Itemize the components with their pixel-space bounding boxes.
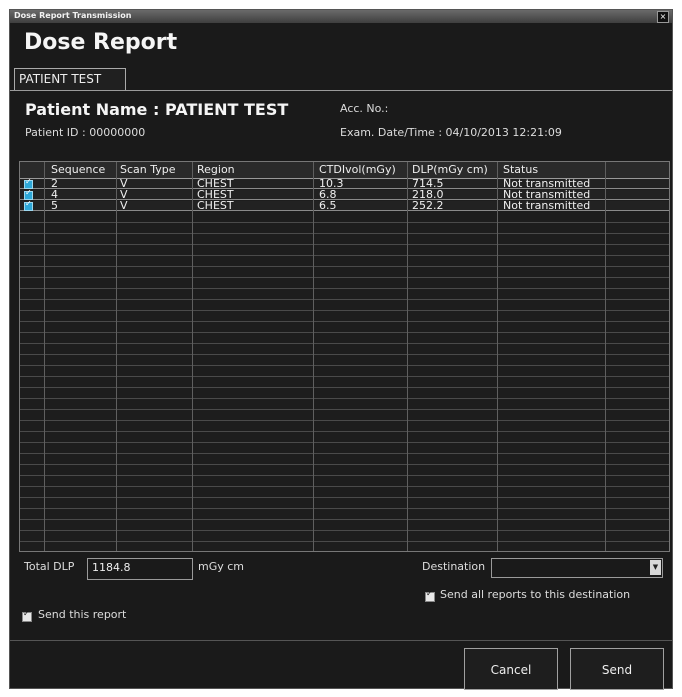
- table-row-empty: [20, 421, 669, 432]
- destination-select[interactable]: ▼: [491, 558, 663, 578]
- dose-table: Sequence Scan Type Region CTDIvol(mGy) D…: [19, 161, 670, 552]
- patient-name: Patient Name : PATIENT TEST: [25, 100, 289, 119]
- col-header-status[interactable]: Status: [503, 163, 538, 176]
- table-row-empty: [20, 443, 669, 454]
- total-dlp-unit: mGy cm: [198, 560, 245, 573]
- table-row-empty: [20, 487, 669, 498]
- table-row-empty: [20, 366, 669, 377]
- table-cell-sequence: 5: [51, 199, 58, 212]
- accession-number: Acc. No.:: [340, 102, 389, 115]
- table-row-empty: [20, 278, 669, 289]
- table-cell-ctdivol: 6.5: [319, 199, 337, 212]
- total-dlp-field[interactable]: 1184.8: [87, 558, 193, 580]
- table-row-empty: [20, 399, 669, 410]
- send-button[interactable]: Send: [570, 648, 664, 690]
- cancel-button[interactable]: Cancel: [464, 648, 558, 690]
- table-row-empty: [20, 234, 669, 245]
- col-header-sequence[interactable]: Sequence: [51, 163, 105, 176]
- table-row-empty: [20, 300, 669, 311]
- send-this-checkbox[interactable]: [22, 609, 32, 622]
- table-row-empty: [20, 245, 669, 256]
- col-header-region[interactable]: Region: [197, 163, 235, 176]
- tab-patient[interactable]: PATIENT TEST: [14, 68, 126, 90]
- total-dlp-label: Total DLP: [24, 560, 75, 573]
- table-row-empty: [20, 289, 669, 300]
- exam-datetime: Exam. Date/Time : 04/10/2013 12:21:09: [340, 126, 562, 139]
- destination-label: Destination: [422, 560, 486, 573]
- table-row[interactable]: 5 V CHEST 6.5 252.2 Not transmitted: [20, 199, 669, 212]
- table-row-empty: [20, 509, 669, 520]
- table-cell-region: CHEST: [197, 199, 234, 212]
- col-header-scan-type[interactable]: Scan Type: [120, 163, 176, 176]
- table-row-empty: [20, 432, 669, 443]
- send-all-checkbox[interactable]: [425, 589, 435, 602]
- total-dlp-value: 1184.8: [92, 561, 131, 574]
- table-row-empty: [20, 355, 669, 366]
- close-icon[interactable]: ×: [657, 11, 669, 23]
- send-this-label: Send this report: [38, 608, 127, 621]
- table-row-empty: [20, 344, 669, 355]
- col-header-ctdivol[interactable]: CTDIvol(mGy): [319, 163, 396, 176]
- table-row-empty: [20, 212, 669, 223]
- table-row-empty: [20, 311, 669, 322]
- table-row-empty: [20, 377, 669, 388]
- table-row-empty: [20, 476, 669, 487]
- table-cell-status: Not transmitted: [503, 199, 591, 212]
- chevron-down-icon[interactable]: ▼: [650, 560, 661, 575]
- table-row-empty: [20, 498, 669, 509]
- patient-id: Patient ID : 00000000: [25, 126, 146, 139]
- table-row-empty: [20, 531, 669, 542]
- table-row-empty: [20, 410, 669, 421]
- table-row-empty: [20, 267, 669, 278]
- title-bar[interactable]: Dose Report Transmission ×: [10, 10, 672, 23]
- table-row-empty: [20, 322, 669, 333]
- table-row-empty: [20, 256, 669, 267]
- tab-strip: PATIENT TEST: [10, 68, 672, 91]
- divider: [10, 640, 672, 641]
- dose-report-window: Dose Report Transmission × Dose Report P…: [9, 9, 673, 690]
- table-row-empty: [20, 333, 669, 344]
- col-header-dlp[interactable]: DLP(mGy cm): [412, 163, 488, 176]
- table-row-empty: [20, 520, 669, 531]
- table-row-empty: [20, 465, 669, 476]
- page-title: Dose Report: [24, 30, 178, 55]
- row-checkbox[interactable]: [24, 199, 33, 211]
- table-row-empty: [20, 454, 669, 465]
- table-row-empty: [20, 223, 669, 234]
- table-cell-dlp: 252.2: [412, 199, 444, 212]
- table-row-empty: [20, 388, 669, 399]
- table-cell-scan-type: V: [120, 199, 128, 212]
- window-title: Dose Report Transmission: [14, 11, 132, 20]
- send-all-label: Send all reports to this destination: [440, 588, 631, 601]
